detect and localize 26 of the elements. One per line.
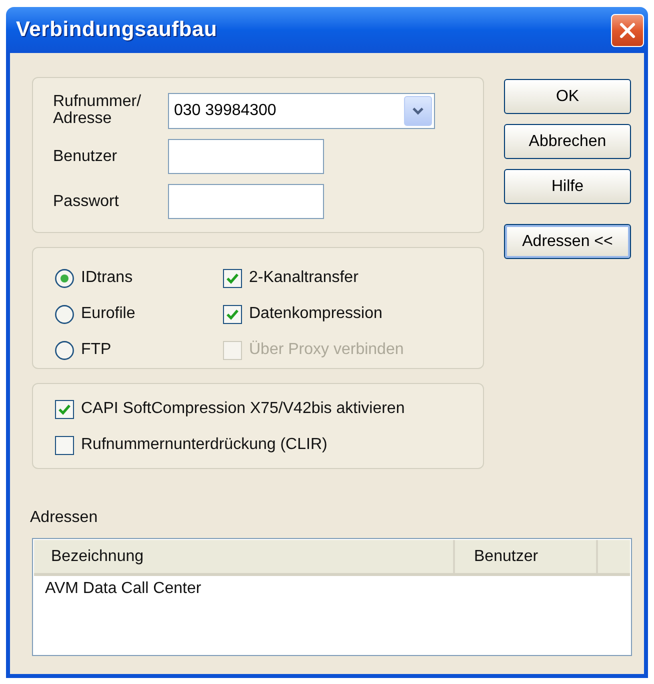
- window-title: Verbindungsaufbau: [16, 17, 218, 44]
- field-label: Rufnummer/ Adresse: [53, 93, 142, 127]
- field-label: Benutzer: [53, 148, 118, 165]
- protocol-radio[interactable]: FTP: [55, 332, 223, 368]
- column-header[interactable]: Benutzer: [455, 540, 598, 573]
- protocol-radio[interactable]: Eurofile: [55, 296, 223, 332]
- password-field[interactable]: [168, 184, 324, 219]
- option-checkbox[interactable]: Rufnummernunterdrückung (CLIR): [55, 427, 483, 463]
- option-checkbox[interactable]: CAPI SoftCompression X75/V42bis aktivieren: [55, 391, 483, 427]
- table-cell-text: AVM Data Call Center: [44, 579, 202, 599]
- dropdown-button[interactable]: [404, 96, 432, 126]
- close-icon: [619, 22, 636, 38]
- close-button[interactable]: [611, 14, 644, 46]
- field-label: Passwort: [53, 193, 120, 210]
- addresses-label: Adressen: [30, 509, 99, 527]
- column-header[interactable]: Bezeichnung: [34, 540, 455, 573]
- dialog-button[interactable]: Hilfe: [504, 169, 631, 204]
- option-checkbox[interactable]: Datenkompression: [223, 296, 404, 332]
- protocol-radio[interactable]: IDtrans: [55, 260, 223, 296]
- option-checkbox[interactable]: 2-Kanaltransfer: [223, 260, 404, 296]
- dialog-button[interactable]: Abbrechen: [504, 124, 631, 159]
- dialog-button[interactable]: OK: [504, 79, 631, 114]
- dialog-button[interactable]: Adressen <<: [504, 224, 631, 259]
- user-field[interactable]: [168, 139, 324, 174]
- chevron-down-icon: [412, 107, 424, 115]
- address-combo-box[interactable]: 030 39984300: [168, 93, 435, 129]
